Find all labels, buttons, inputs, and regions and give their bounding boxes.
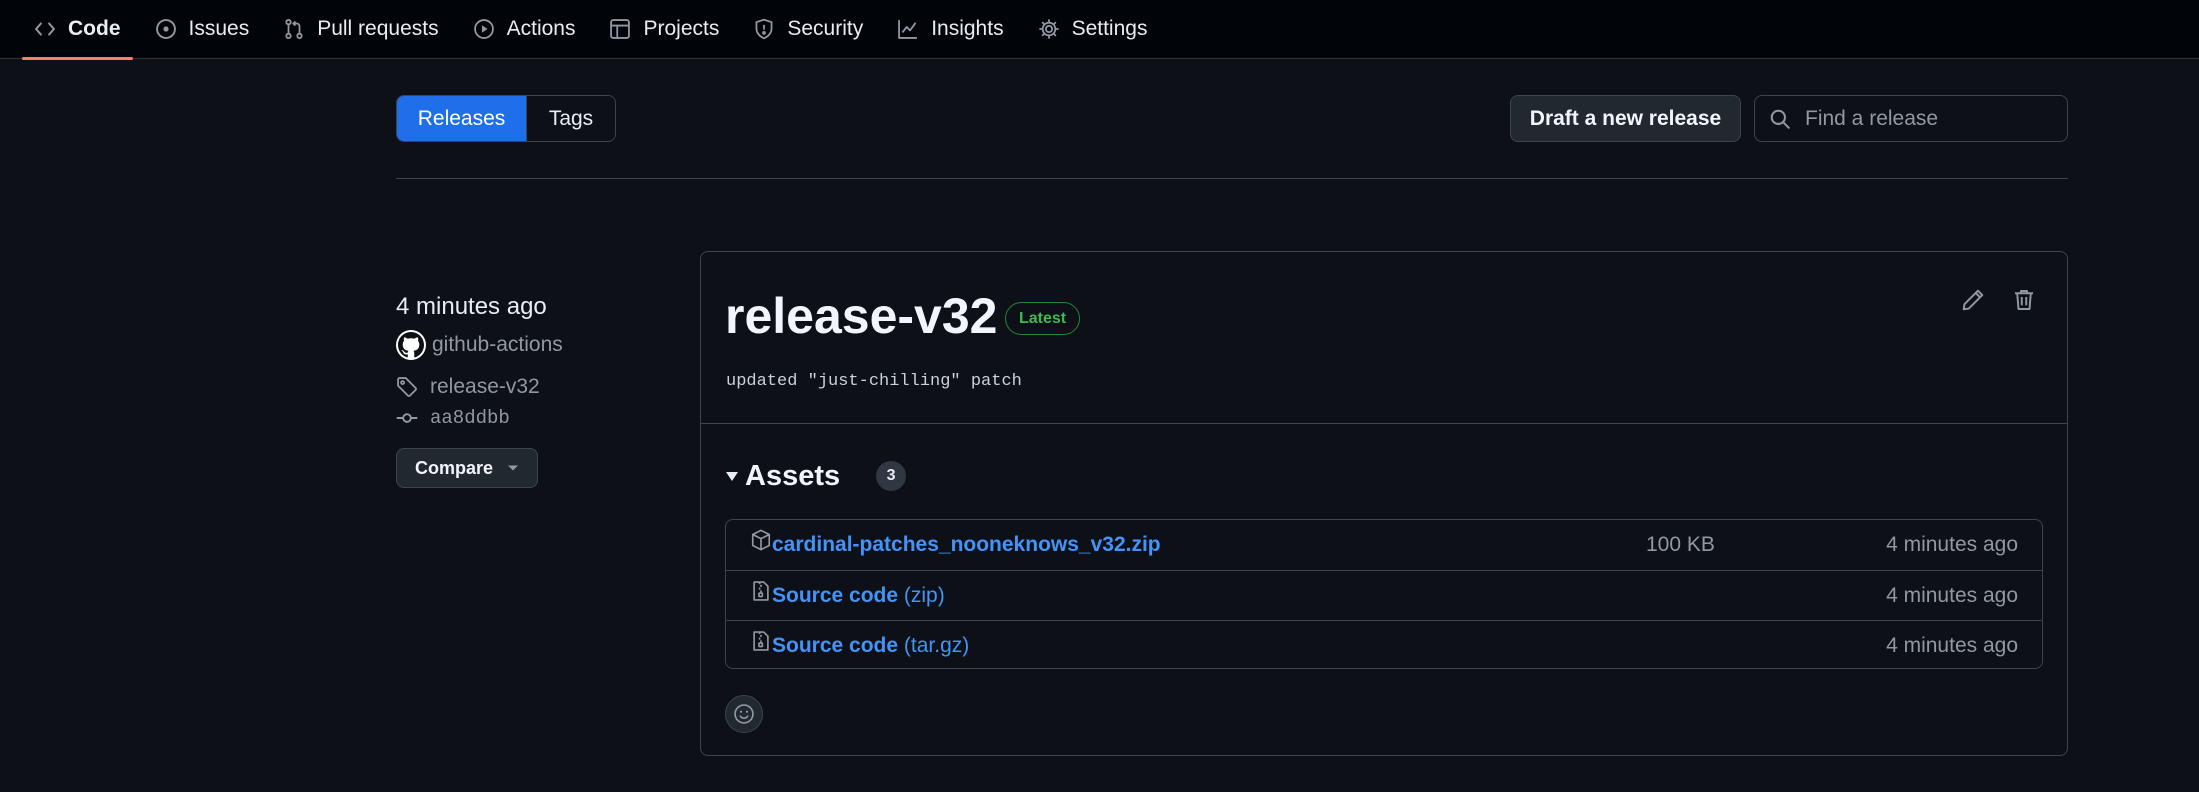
tab-code[interactable]: Code [22,0,133,60]
code-icon [34,18,56,40]
asset-time: 4 minutes ago [1886,533,2018,556]
release-tag-link[interactable]: release-v32 [396,372,676,402]
triangle-down-icon [725,470,739,482]
latest-badge: Latest [1005,302,1081,335]
package-icon [750,528,772,552]
gear-icon [1038,18,1060,40]
tab-projects-label: Projects [643,17,720,40]
asset-name: Source code [772,633,899,657]
release-notes: updated "just-chilling" patch [726,372,1022,391]
release-commit-sha: aa8ddbb [430,407,510,429]
pull-request-icon [283,18,305,40]
compare-button-label: Compare [415,457,494,478]
asset-download-link[interactable]: cardinal-patches_nooneknows_v32.zip [772,533,1161,557]
compare-button[interactable]: Compare [396,448,538,488]
tag-icon [396,376,418,398]
asset-name: cardinal-patches_nooneknows_v32.zip [772,533,1161,556]
release-time[interactable]: 4 minutes ago [396,290,676,324]
caret-down-icon [507,464,519,472]
find-release-search [1754,95,2076,142]
tab-security[interactable]: Security [741,0,875,59]
release-tag-name: release-v32 [430,375,540,398]
tab-actions[interactable]: Actions [461,0,588,59]
release-meta: 4 minutes ago github-actions release-v32… [396,290,676,488]
file-zip-icon [750,629,772,653]
release-header: release-v32 Latest updated "just-chillin… [701,252,2067,424]
asset-row: cardinal-patches_nooneknows_v32.zip 100 … [726,520,2042,570]
tab-insights[interactable]: Insights [885,0,1015,59]
release-card: release-v32 Latest updated "just-chillin… [700,251,2068,756]
graph-icon [897,18,919,40]
tab-settings-label: Settings [1071,17,1148,40]
tab-security-label: Security [787,17,864,40]
trash-icon [2012,288,2036,312]
repo-nav: Code Issues Pull requests Actions Projec… [0,0,2199,60]
asset-list: cardinal-patches_nooneknows_v32.zip 100 … [725,519,2043,669]
search-icon [1769,108,1791,130]
source-code-zip-link[interactable]: Source code (zip) [772,584,945,608]
avatar[interactable] [396,330,426,360]
releases-subnav: Releases Tags Draft a new release [396,95,2076,143]
smiley-icon [733,703,755,725]
asset-format: (zip) [903,583,945,607]
issue-icon [155,18,177,40]
tags-tab[interactable]: Tags [526,96,615,141]
releases-tab[interactable]: Releases [397,96,526,141]
assets-count-badge: 3 [876,461,907,491]
tab-actions-label: Actions [506,17,576,40]
tab-code-label: Code [68,17,121,40]
github-mark-icon [398,332,424,358]
source-code-targz-link[interactable]: Source code (tar.gz) [772,634,969,658]
release-title[interactable]: release-v32 [725,286,997,346]
tab-settings[interactable]: Settings [1026,0,1160,59]
edit-release-button[interactable] [1955,282,1991,318]
pencil-icon [1961,288,1985,312]
release-author-name: github-actions [432,333,563,356]
assets-heading: Assets [745,459,841,492]
releases-tags-switch: Releases Tags [396,95,616,142]
tab-pull-requests[interactable]: Pull requests [271,0,450,59]
tab-issues-label: Issues [188,17,250,40]
shield-icon [753,18,775,40]
subnav-divider [396,178,2068,179]
asset-name: Source code [772,583,899,607]
asset-row: Source code (zip) 4 minutes ago [726,570,2042,620]
add-reaction-button[interactable] [725,695,763,733]
find-release-input[interactable] [1791,96,2076,141]
commit-icon [396,407,418,429]
table-icon [609,18,631,40]
delete-release-button[interactable] [2006,282,2042,318]
asset-format: (tar.gz) [903,633,970,657]
asset-time: 4 minutes ago [1886,633,2018,657]
tab-pull-requests-label: Pull requests [317,17,439,40]
file-zip-icon [750,579,772,603]
asset-time: 4 minutes ago [1886,583,2018,607]
tab-issues[interactable]: Issues [143,0,262,59]
assets-toggle[interactable]: Assets 3 [725,452,907,500]
release-commit-link[interactable]: aa8ddbb [396,404,676,432]
asset-row: Source code (tar.gz) 4 minutes ago [726,620,2042,670]
tab-projects[interactable]: Projects [597,0,731,59]
release-author[interactable]: github-actions [396,328,676,362]
play-icon [473,18,495,40]
asset-size: 100 KB [1646,533,1715,556]
draft-new-release-button[interactable]: Draft a new release [1510,95,1741,142]
tab-insights-label: Insights [931,17,1004,40]
